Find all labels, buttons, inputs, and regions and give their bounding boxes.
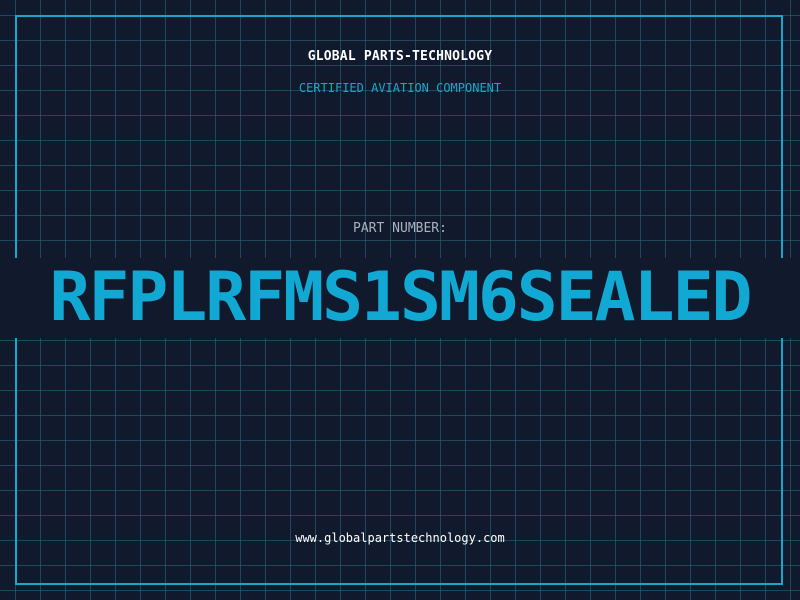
part-number-label: PART NUMBER: (353, 221, 447, 236)
part-number-band: RFPLRFMS1SM6SEALED (0, 258, 800, 338)
company-name: GLOBAL PARTS-TECHNOLOGY (307, 49, 493, 64)
certification-subtitle: CERTIFIED AVIATION COMPONENT (298, 81, 502, 95)
website-url: www.globalpartstechnology.com (295, 531, 505, 545)
part-number-value: RFPLRFMS1SM6SEALED (49, 258, 753, 337)
